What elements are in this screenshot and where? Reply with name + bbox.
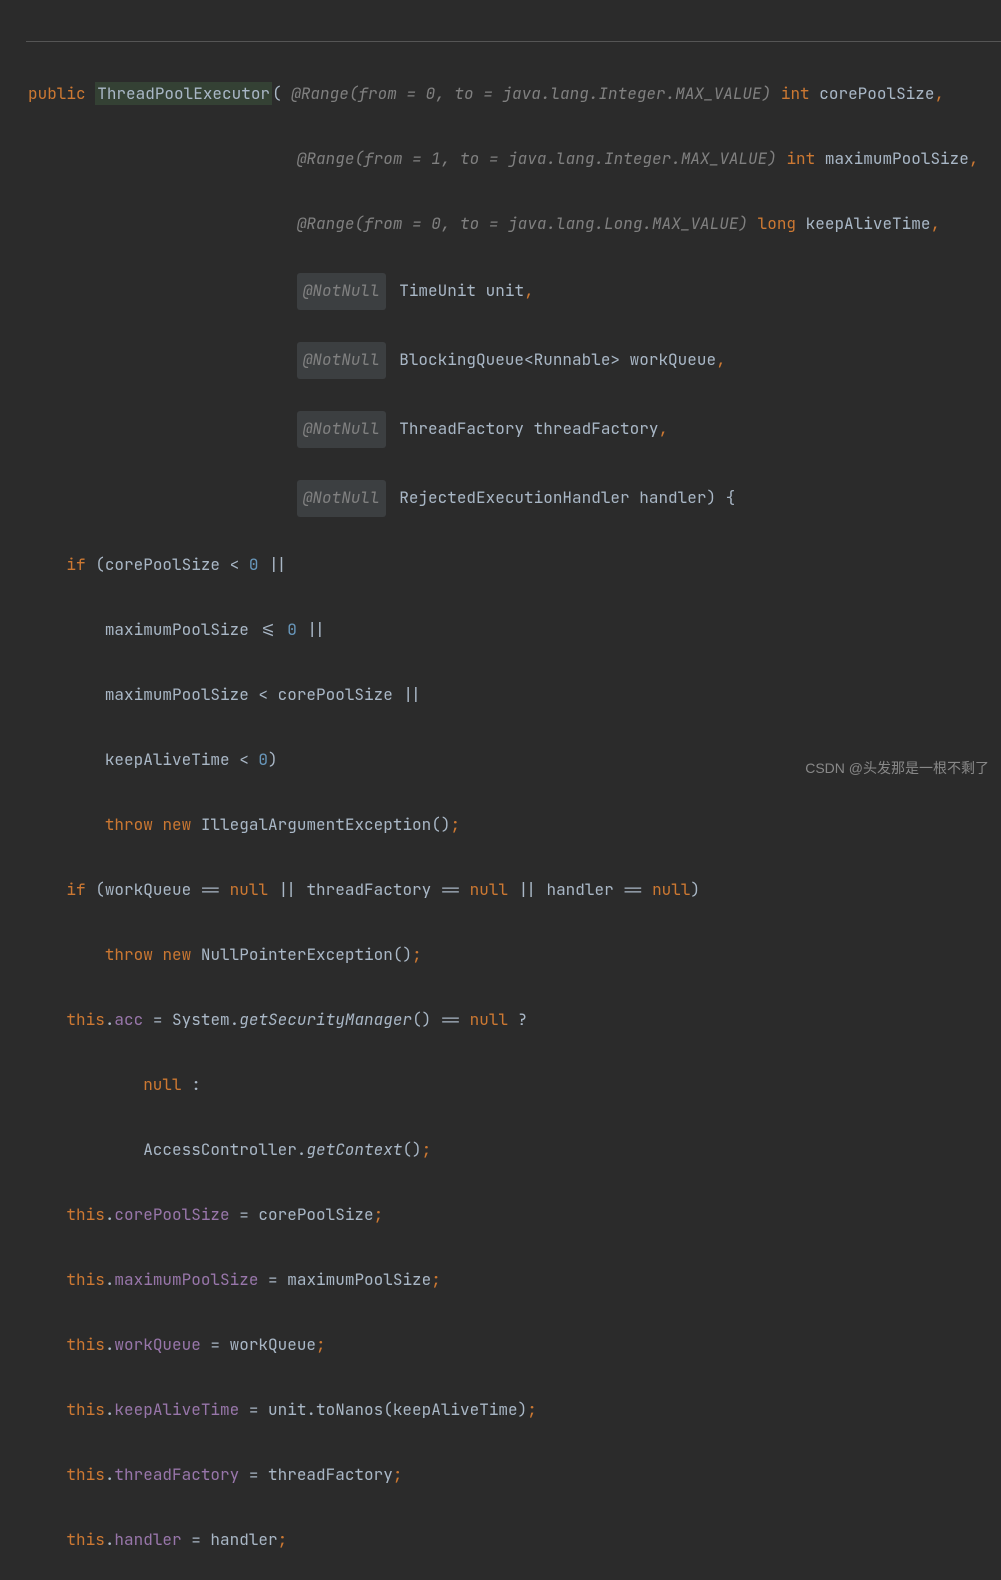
- type-rejectedhandler: RejectedExecutionHandler: [399, 487, 629, 508]
- code-line: null :: [14, 1069, 1001, 1102]
- field-handler: handler: [114, 1529, 181, 1550]
- code-line: if (corePoolSize < 0 ||: [14, 549, 1001, 582]
- keyword-this: this: [66, 1334, 104, 1355]
- field-workQueue: workQueue: [114, 1334, 200, 1355]
- keyword-new: new: [162, 944, 191, 965]
- field-acc: acc: [114, 1009, 143, 1030]
- field-corePoolSize: corePoolSize: [114, 1204, 229, 1225]
- code-line: @NotNull ThreadFactory threadFactory,: [14, 411, 1001, 448]
- code-line: if (workQueue == null || threadFactory =…: [14, 874, 1001, 907]
- code-line: maximumPoolSize < corePoolSize ||: [14, 679, 1001, 712]
- keyword-this: this: [66, 1529, 104, 1550]
- code-line: this.keepAliveTime = unit.toNanos(keepAl…: [14, 1394, 1001, 1427]
- method-getSecurityManager: getSecurityManager: [239, 1009, 412, 1030]
- watermark: CSDN @头发那是一根不剩了: [805, 758, 989, 778]
- annotation-range: @Range(from = 0, to = java.lang.Long.MAX…: [297, 213, 748, 234]
- code-line: this.acc = System.getSecurityManager() =…: [14, 1004, 1001, 1037]
- type-timeunit: TimeUnit: [399, 280, 476, 301]
- code-line: AccessController.getContext();: [14, 1134, 1001, 1167]
- field-keepAliveTime: keepAliveTime: [114, 1399, 239, 1420]
- keyword-if: if: [66, 554, 85, 575]
- keyword-this: this: [66, 1464, 104, 1485]
- keyword-if: if: [66, 879, 85, 900]
- keyword-long: long: [758, 213, 796, 234]
- annotation-notnull: @NotNull: [297, 342, 386, 379]
- code-line: @Range(from = 1, to = java.lang.Integer.…: [14, 143, 1001, 176]
- annotation-range: @Range(from = 0, to = java.lang.Integer.…: [291, 83, 771, 104]
- annotation-notnull: @NotNull: [297, 411, 386, 448]
- code-editor[interactable]: public ThreadPoolExecutor( @Range(from =…: [0, 0, 1001, 1580]
- type-blockingqueue: BlockingQueue<Runnable>: [399, 349, 620, 370]
- keyword-new: new: [162, 814, 191, 835]
- code-line: @NotNull BlockingQueue<Runnable> workQue…: [14, 342, 1001, 379]
- keyword-this: this: [66, 1399, 104, 1420]
- keyword-throw: throw: [105, 944, 153, 965]
- code-line: this.handler = handler;: [14, 1524, 1001, 1557]
- code-line: this.workQueue = workQueue;: [14, 1329, 1001, 1362]
- type-threadfactory: ThreadFactory: [399, 418, 524, 439]
- keyword-this: this: [66, 1009, 104, 1030]
- param-maximumPoolSize: maximumPoolSize: [825, 148, 969, 169]
- annotation-range: @Range(from = 1, to = java.lang.Integer.…: [297, 148, 777, 169]
- code-line: public ThreadPoolExecutor( @Range(from =…: [14, 78, 1001, 111]
- class-name: ThreadPoolExecutor: [95, 82, 272, 105]
- param-unit: unit: [486, 280, 524, 301]
- field-threadFactory: threadFactory: [114, 1464, 239, 1485]
- keyword-this: this: [66, 1204, 104, 1225]
- code-line: @NotNull RejectedExecutionHandler handle…: [14, 480, 1001, 517]
- keyword-int: int: [786, 148, 815, 169]
- param-workQueue: workQueue: [630, 349, 716, 370]
- keyword-int: int: [781, 83, 810, 104]
- keyword-throw: throw: [105, 814, 153, 835]
- field-maximumPoolSize: maximumPoolSize: [114, 1269, 258, 1290]
- annotation-notnull: @NotNull: [297, 480, 386, 517]
- annotation-notnull: @NotNull: [297, 273, 386, 310]
- code-line: throw new NullPointerException();: [14, 939, 1001, 972]
- param-threadFactory: threadFactory: [534, 418, 659, 439]
- keyword-public: public: [28, 83, 86, 104]
- code-line: @NotNull TimeUnit unit,: [14, 273, 1001, 310]
- param-handler: handler: [639, 487, 706, 508]
- code-line: throw new IllegalArgumentException();: [14, 809, 1001, 842]
- code-line: this.maximumPoolSize = maximumPoolSize;: [14, 1264, 1001, 1297]
- code-line: this.corePoolSize = corePoolSize;: [14, 1199, 1001, 1232]
- code-line: this.threadFactory = threadFactory;: [14, 1459, 1001, 1492]
- code-line: maximumPoolSize <= 0 ||: [14, 614, 1001, 647]
- method-getContext: getContext: [306, 1139, 402, 1160]
- param-keepAliveTime: keepAliveTime: [806, 213, 931, 234]
- code-line: @Range(from = 0, to = java.lang.Long.MAX…: [14, 208, 1001, 241]
- param-corePoolSize: corePoolSize: [819, 83, 934, 104]
- keyword-this: this: [66, 1269, 104, 1290]
